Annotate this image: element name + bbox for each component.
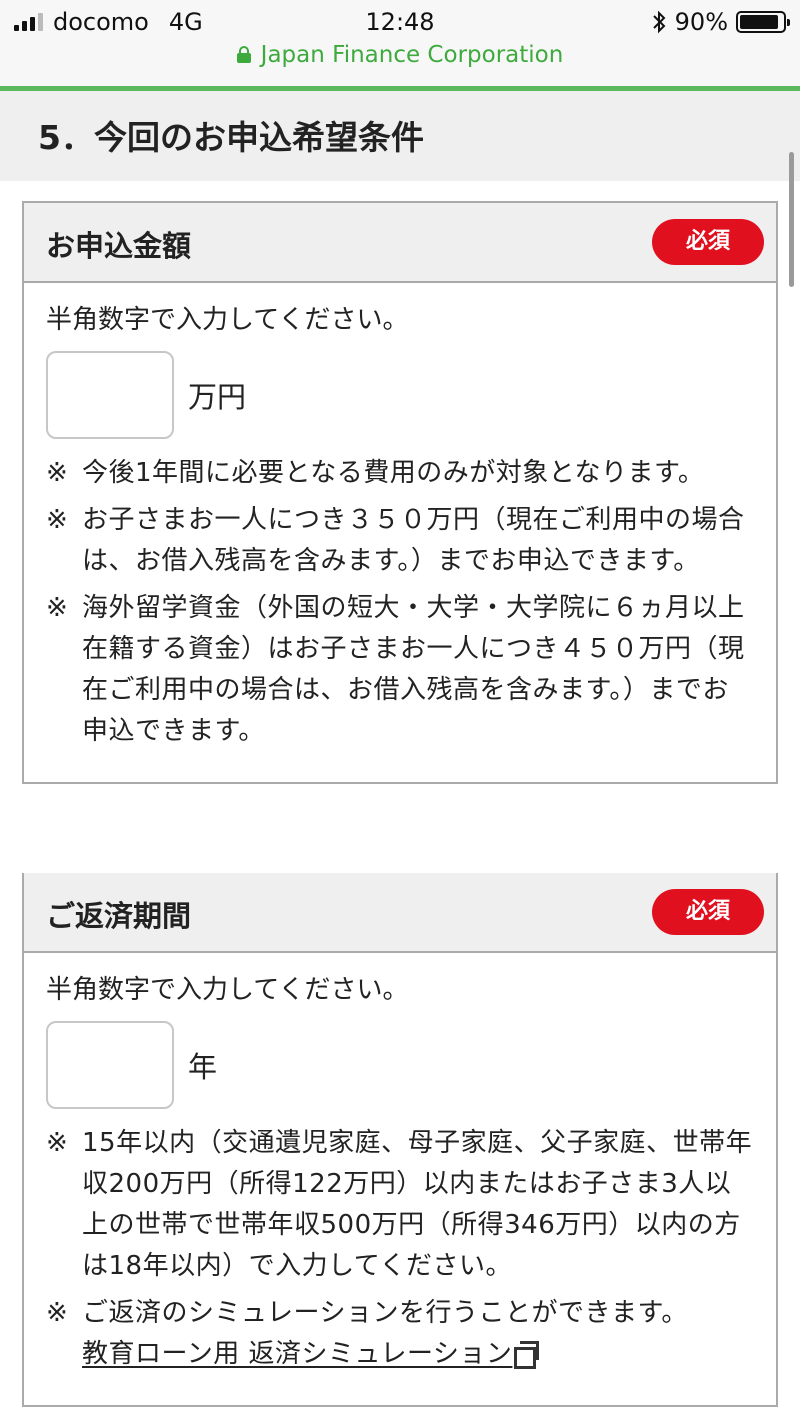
scrollbar[interactable] bbox=[789, 152, 794, 287]
bluetooth-icon bbox=[652, 10, 666, 34]
note-item: ※ 15年以内（交通遺児家庭、母子家庭、父子家庭、世帯年収200万円（所得122… bbox=[46, 1128, 753, 1281]
repayment-label: ご返済期間 bbox=[46, 899, 192, 933]
repayment-panel-header: ご返済期間 必須 bbox=[24, 873, 776, 953]
note-item: ※ ご返済のシミュレーションを行うことができます。 教育ローン用 返済シミュレー… bbox=[46, 1298, 688, 1369]
lock-icon bbox=[236, 46, 251, 63]
status-bar: docomo 4G 12:48 90% Japan Finance Corpor… bbox=[0, 0, 800, 88]
amount-hint: 半角数字で入力してください。 bbox=[46, 305, 409, 335]
section-header: 5．今回のお申込希望条件 bbox=[0, 91, 800, 181]
amount-unit: 万円 bbox=[188, 380, 247, 414]
section-title: 5．今回のお申込希望条件 bbox=[38, 118, 424, 157]
repayment-panel: ご返済期間 必須 半角数字で入力してください。 年 ※ 15年以内（交通遺児家庭… bbox=[22, 873, 778, 1407]
repayment-input[interactable] bbox=[46, 1021, 174, 1109]
repayment-unit: 年 bbox=[188, 1050, 218, 1084]
amount-label: お申込金額 bbox=[46, 229, 192, 263]
note-item: ※ お子さまお一人につき３５０万円（現在ご利用中の場合は、お借入残高を含みます。… bbox=[46, 505, 745, 576]
simulation-note-text: ご返済のシミュレーションを行うことができます。 bbox=[82, 1298, 688, 1328]
amount-input[interactable] bbox=[46, 351, 174, 439]
site-name: Japan Finance Corporation bbox=[260, 42, 564, 68]
simulation-link[interactable]: 教育ローン用 返済シミュレーション bbox=[82, 1339, 512, 1369]
battery-icon bbox=[736, 11, 790, 33]
amount-panel: お申込金額 必須 半角数字で入力してください。 万円 ※ 今後1年間に必要となる… bbox=[22, 201, 778, 784]
amount-panel-header: お申込金額 必須 bbox=[24, 203, 776, 283]
address-bar[interactable]: Japan Finance Corporation bbox=[0, 42, 800, 68]
required-badge: 必須 bbox=[652, 219, 764, 265]
battery-percent: 90% bbox=[674, 8, 728, 36]
repayment-hint: 半角数字で入力してください。 bbox=[46, 975, 409, 1005]
required-badge: 必須 bbox=[652, 889, 764, 935]
note-item: ※ 海外留学資金（外国の短大・大学・大学院に６ヵ月以上在籍する資金）はお子さまお… bbox=[46, 593, 745, 746]
external-window-icon[interactable] bbox=[514, 1341, 540, 1369]
note-item: ※ 今後1年間に必要となる費用のみが対象となります。 bbox=[46, 458, 705, 488]
